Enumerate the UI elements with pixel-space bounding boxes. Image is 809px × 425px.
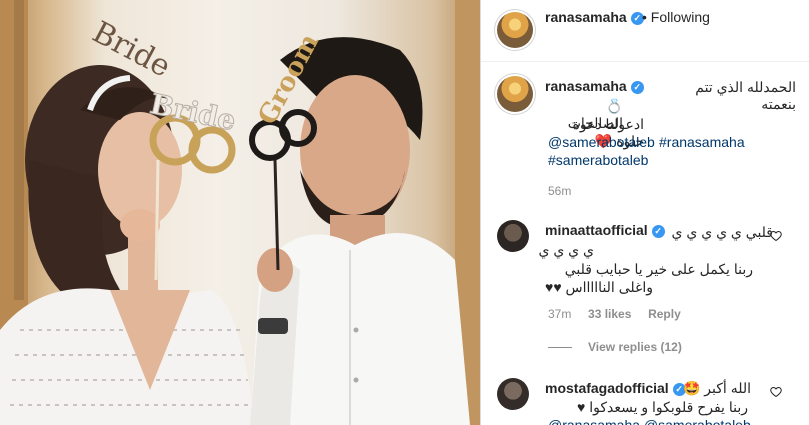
verified-badge-icon: ✓ (630, 81, 644, 94)
view-replies-button[interactable]: View replies (12) (548, 340, 682, 354)
verified-badge-icon: ✓ (651, 225, 665, 238)
comment-line: ي ي ي ي (538, 242, 594, 258)
comment-time[interactable]: 37m (548, 307, 571, 321)
commenter-avatar[interactable] (497, 220, 529, 252)
commenter-username[interactable]: minaattaofficial ✓ (545, 222, 665, 238)
caption-author-username[interactable]: ranasamaha ✓ (545, 78, 644, 94)
comment-line: ربنا يكمل على خير يا حبايب قلبي (564, 261, 753, 277)
heart-icon[interactable] (770, 386, 782, 398)
caption-timestamp[interactable]: 56m (548, 184, 571, 198)
reply-button[interactable]: Reply (648, 307, 681, 321)
replies-divider (548, 347, 572, 349)
follow-status[interactable]: • Following (642, 9, 710, 25)
post-header: ranasamaha ✓ • Following (481, 0, 809, 62)
post-photo[interactable]: Bride Bride Groom (0, 0, 480, 425)
post-details-panel: ranasamaha ✓ • Following ranasamaha ✓ الحم… (480, 0, 809, 425)
comment-line: الله أكبر 🤩 (682, 380, 751, 396)
author-avatar[interactable] (497, 12, 533, 48)
caption-author-avatar[interactable] (497, 76, 533, 112)
caption-line-1: الحمدلله الذي تتم بنعمته (695, 79, 796, 112)
commenter-avatar[interactable] (497, 378, 529, 410)
comment-line: واغلى الناااااس ♥♥ (545, 279, 653, 295)
author-username[interactable]: ranasamaha ✓ (545, 9, 644, 25)
comment-mentions[interactable]: @ranasamaha @samerabotaleb (548, 417, 751, 425)
caption-hashtag-1[interactable]: #ranasamaha (659, 134, 745, 150)
caption-mention[interactable]: @samerabotaleb (548, 134, 655, 150)
couple-photo-illustration: Bride Bride Groom (0, 0, 480, 425)
heart-icon[interactable] (770, 230, 782, 242)
comment-line: ربنا يفرح قلوبكوا و يسعدكوا ♥ (577, 399, 748, 415)
comment-meta: 37m 33 likes Reply (548, 307, 681, 321)
comment-line: قلبي ي ي ي ي ي (671, 224, 773, 240)
caption-hashtag-2[interactable]: #samerabotaleb (548, 152, 648, 168)
commenter-username[interactable]: mostafagadofficial ✓ (545, 380, 686, 396)
comment-likes[interactable]: 33 likes (588, 307, 631, 321)
